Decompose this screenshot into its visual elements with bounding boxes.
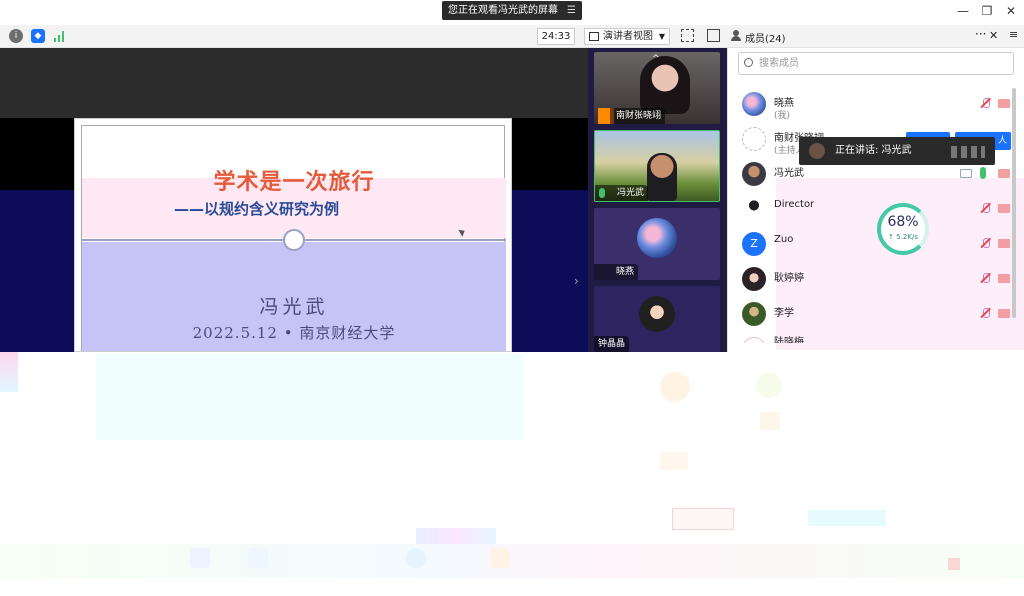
list-item[interactable]: 陆晓梅 — [728, 331, 1024, 343]
gauge-speed: ↑ 5.2K/s — [888, 233, 918, 241]
mic-on-icon — [599, 188, 605, 198]
screen-share-icon — [960, 169, 972, 178]
video-tile[interactable]: 冯光武 — [594, 130, 720, 202]
avatar — [742, 92, 766, 116]
video-strip: ^ 南财张晓翊 冯光武 晓燕 钟晶晶 — [588, 48, 727, 352]
chevron-up-icon[interactable]: ^ — [652, 54, 660, 64]
slide-subtitle: ——以规约含义研究为例 — [174, 200, 340, 218]
view-mode-select[interactable]: 演讲者视图 ▼ — [584, 28, 670, 45]
close-panel-icon[interactable]: ✕ — [989, 29, 998, 42]
mic-off-icon[interactable] — [980, 273, 991, 284]
mic-off-icon[interactable] — [980, 308, 991, 319]
list-item[interactable]: 耿婷婷 — [728, 261, 1024, 296]
members-scrollbar[interactable] — [1012, 88, 1016, 318]
presentation-slide: 学术是一次旅行 ——以规约含义研究为例 冯光武 2022.5.12 • 南京财经… — [74, 118, 512, 352]
video-tile[interactable]: 钟晶晶 — [594, 286, 720, 352]
menu-icon[interactable]: ≡ — [1009, 28, 1018, 41]
camera-off-icon[interactable] — [998, 204, 1010, 213]
video-tile[interactable]: 晓燕 — [594, 208, 720, 280]
member-name: 耿婷婷 — [774, 273, 804, 284]
mic-on-icon[interactable] — [980, 167, 986, 179]
mic-off-icon[interactable] — [980, 98, 991, 109]
chevron-down-icon: ▼ — [658, 32, 665, 41]
participant-video — [647, 153, 677, 201]
speaking-toast: 正在讲话: 冯光武 — [799, 137, 995, 165]
video-tile-name: 晓燕 — [594, 264, 639, 280]
member-name: Director — [774, 199, 815, 210]
user-icon — [731, 30, 741, 41]
slide-author: 冯光武 — [259, 296, 329, 318]
avatar — [637, 218, 677, 258]
video-tile[interactable]: ^ 南财张晓翊 — [594, 52, 720, 124]
member-role: (我) — [774, 111, 791, 121]
camera-off-icon[interactable] — [998, 99, 1010, 108]
collapse-strip-icon[interactable]: › — [574, 274, 586, 294]
signal-icon[interactable] — [54, 30, 66, 42]
member-search-input[interactable]: 搜索成员 — [738, 52, 1014, 75]
meeting-timer: 24:33 — [537, 28, 575, 45]
video-tile-name: 钟晶晶 — [594, 336, 630, 352]
mic-off-icon[interactable] — [980, 203, 991, 214]
restore-button[interactable]: ❐ — [980, 4, 994, 18]
info-icon[interactable]: i — [9, 29, 23, 43]
gauge-percent: 68% — [887, 214, 919, 230]
participant-video — [640, 56, 690, 114]
members-title: 成员(24) — [745, 34, 786, 45]
member-name: 冯光武 — [774, 168, 804, 179]
more-icon[interactable]: ··· — [975, 27, 986, 41]
hamburger-icon[interactable]: ☰ — [567, 1, 576, 20]
member-list: 晓燕 (我) 南财张晓翊 (主持人) 冯光武 Director Z Zuo — [728, 86, 1024, 343]
title-bar: 您正在观看冯光武的屏幕 ☰ — ❐ ✕ — [0, 0, 1024, 25]
avatar — [742, 302, 766, 326]
member-name: 陆晓梅 — [774, 337, 804, 343]
speaking-text: 正在讲话: 冯光武 — [835, 145, 912, 156]
member-name: 李学 — [774, 308, 794, 319]
list-item[interactable]: Director — [728, 191, 1024, 226]
camera-off-icon[interactable] — [998, 309, 1010, 318]
minimize-button[interactable]: — — [956, 4, 970, 18]
fullscreen-icon[interactable] — [681, 29, 694, 42]
member-name: Zuo — [774, 234, 794, 245]
list-item[interactable]: 晓燕 (我) — [728, 86, 1024, 121]
avatar — [742, 337, 766, 343]
member-name: 晓燕 — [774, 98, 794, 109]
banner-text: 您正在观看冯光武的屏幕 — [448, 5, 558, 16]
list-item[interactable]: 李学 — [728, 296, 1024, 331]
shield-icon[interactable]: ◆ — [31, 29, 45, 43]
video-tile-name: 南财张晓翊 — [610, 108, 666, 124]
camera-off-icon[interactable] — [998, 239, 1010, 248]
layout-icon — [589, 32, 599, 41]
glitch-band — [0, 352, 1024, 596]
slide-date: 2022.5.12 • 南京财经大学 — [192, 324, 396, 342]
avatar — [809, 143, 825, 159]
avatar — [742, 197, 766, 221]
avatar — [742, 267, 766, 291]
search-placeholder: 搜索成员 — [759, 58, 799, 69]
search-icon — [744, 58, 753, 67]
close-button[interactable]: ✕ — [1004, 4, 1018, 18]
avatar — [639, 296, 675, 332]
list-item[interactable]: Z Zuo — [728, 226, 1024, 261]
audio-wave-icon — [951, 146, 985, 158]
avatar: Z — [742, 232, 766, 256]
avatar — [742, 162, 766, 186]
slide-title: 学术是一次旅行 — [213, 170, 375, 195]
camera-off-icon[interactable] — [998, 274, 1010, 283]
screen-share-banner: 您正在观看冯光武的屏幕 ☰ — [442, 1, 582, 20]
network-gauge: 68% ↑ 5.2K/s — [877, 203, 929, 255]
slide-ornament — [283, 229, 305, 251]
camera-off-icon[interactable] — [998, 169, 1010, 178]
avatar — [742, 127, 766, 151]
mic-off-icon[interactable] — [980, 238, 991, 249]
sidebar-toggle-icon[interactable] — [707, 29, 720, 42]
view-mode-label: 演讲者视图 — [603, 31, 653, 42]
members-header: 成员(24) ··· ✕ ≡ — [727, 25, 1024, 48]
